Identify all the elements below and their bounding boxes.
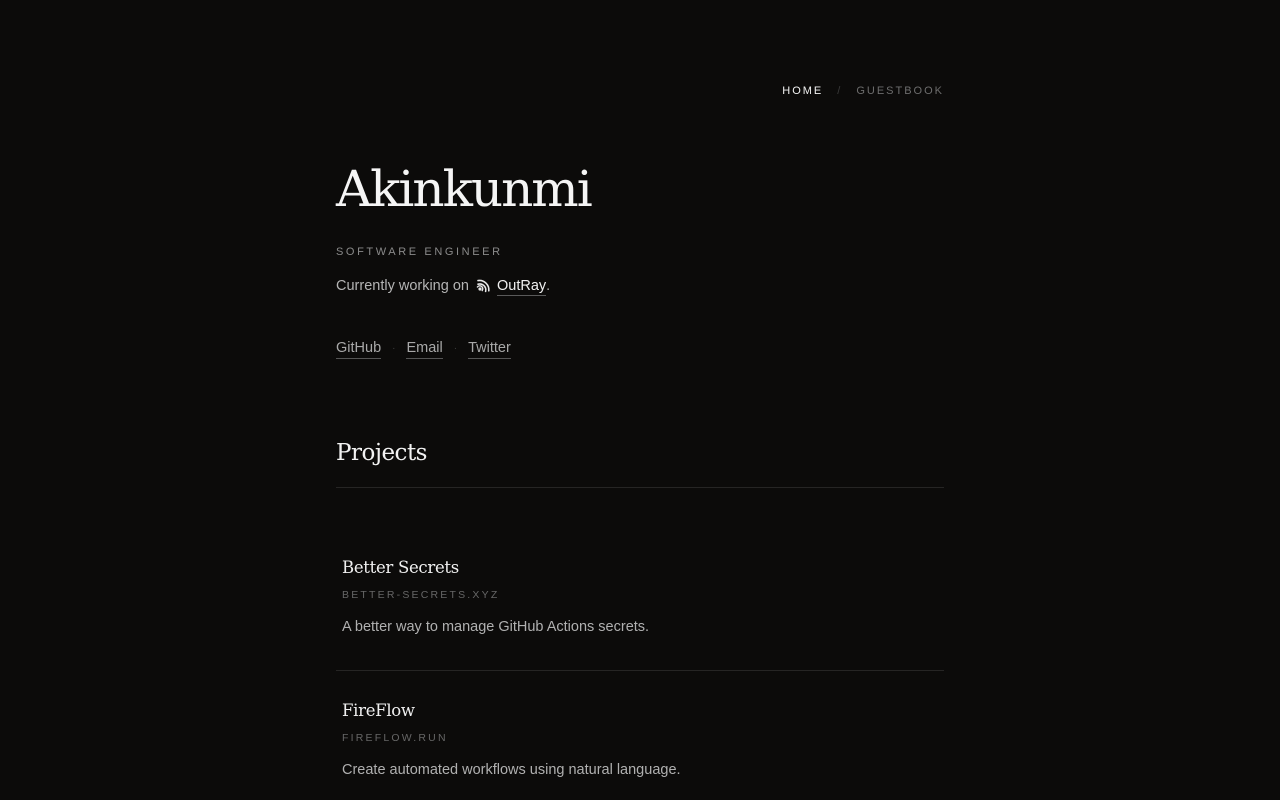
project-name: Better Secrets	[342, 558, 459, 577]
project-card-fireflow[interactable]: FireFlow FIREFLOW.RUN Create automated w…	[342, 700, 938, 780]
projects-divider	[336, 487, 944, 488]
nav-home-link[interactable]: HOME	[782, 84, 823, 98]
outray-logo-icon	[475, 278, 491, 294]
project-url: FIREFLOW.RUN	[342, 732, 448, 744]
project-description: Create automated workflows using natural…	[342, 762, 681, 778]
top-nav: HOME / GUESTBOOK	[782, 84, 944, 98]
profile-name: Akinkunmi	[336, 160, 593, 218]
github-link[interactable]: GitHub	[336, 339, 382, 359]
currently-working: Currently working on OutRay .	[336, 276, 550, 296]
project-description: A better way to manage GitHub Actions se…	[342, 619, 650, 635]
project-card-better-secrets[interactable]: Better Secrets BETTER-SECRETS.XYZ A bett…	[342, 557, 938, 637]
email-link[interactable]: Email	[406, 339, 443, 359]
page: HOME / GUESTBOOK Akinkunmi SOFTWARE ENGI…	[0, 0, 1280, 800]
project-url: BETTER-SECRETS.XYZ	[342, 589, 500, 601]
social-links: GitHub · Email · Twitter	[336, 339, 511, 359]
projects-heading: Projects	[336, 440, 428, 466]
project-name: FireFlow	[342, 701, 415, 720]
profile-role: SOFTWARE ENGINEER	[336, 246, 503, 258]
working-prefix: Currently working on	[336, 278, 469, 294]
working-suffix: .	[546, 278, 551, 294]
outray-link[interactable]: OutRay	[496, 277, 547, 296]
twitter-link[interactable]: Twitter	[468, 339, 511, 359]
project-divider	[336, 670, 944, 671]
nav-separator: /	[837, 85, 843, 97]
social-separator: ·	[392, 343, 396, 354]
nav-guestbook-link[interactable]: GUESTBOOK	[856, 84, 944, 98]
social-separator: ·	[453, 343, 458, 354]
